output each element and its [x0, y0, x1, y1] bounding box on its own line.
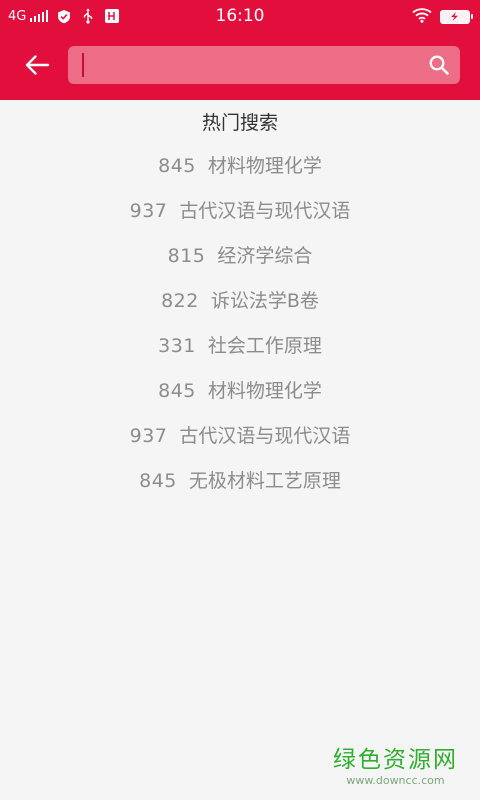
course-name: 社会工作原理: [207, 335, 322, 357]
app-header: 4G 16:10: [0, 0, 480, 100]
course-code: 937: [129, 425, 168, 447]
status-right-group: [412, 7, 473, 27]
hot-search-title: 热门搜索: [201, 112, 278, 134]
search-input[interactable]: [78, 50, 412, 82]
course-name: 诉讼法学B卷: [210, 290, 319, 312]
site-watermark: 绿色资源网 www.downcc.com: [333, 746, 458, 788]
status-time: 16:10: [215, 6, 265, 26]
back-button[interactable]: [22, 52, 52, 78]
status-bar: 4G 16:10: [0, 0, 480, 32]
watermark-title: 绿色资源网: [333, 747, 458, 773]
hot-search-item[interactable]: 845 材料物理化学: [0, 151, 480, 196]
hot-search-item[interactable]: 822 诉讼法学B卷: [0, 286, 480, 331]
course-name: 无极材料工艺原理: [188, 470, 341, 492]
hot-search-item[interactable]: 937 古代汉语与现代汉语: [0, 421, 480, 466]
hot-search-item[interactable]: 815 经济学综合: [0, 241, 480, 286]
course-code: 822: [161, 290, 199, 312]
hot-search-item[interactable]: 845 材料物理化学: [0, 376, 480, 421]
course-code: 815: [167, 245, 206, 267]
course-code: 937: [129, 200, 168, 222]
hot-search-item[interactable]: 937 古代汉语与现代汉语: [0, 196, 480, 241]
hot-search-item[interactable]: 845 无极材料工艺原理: [0, 466, 480, 511]
battery-charging-icon: [440, 10, 473, 24]
course-code: 845: [158, 155, 196, 177]
course-name: 古代汉语与现代汉语: [179, 425, 351, 447]
hot-search-item[interactable]: 331 社会工作原理: [0, 331, 480, 376]
wifi-icon: [412, 7, 432, 27]
course-code: 331: [158, 335, 196, 357]
course-name: 经济学综合: [217, 245, 313, 267]
course-name: 材料物理化学: [207, 155, 322, 177]
course-name: 材料物理化学: [207, 380, 322, 402]
course-code: 845: [158, 380, 196, 402]
search-box[interactable]: [68, 46, 460, 84]
watermark-url: www.downcc.com: [346, 774, 445, 787]
course-name: 古代汉语与现代汉语: [179, 200, 351, 222]
course-code: 845: [139, 470, 177, 492]
search-icon[interactable]: [428, 54, 450, 76]
arrow-left-icon: [25, 55, 50, 75]
hot-search-list: 845 材料物理化学 937 古代汉语与现代汉语 815 经济学综合 822 诉讼法学B…: [0, 151, 480, 511]
